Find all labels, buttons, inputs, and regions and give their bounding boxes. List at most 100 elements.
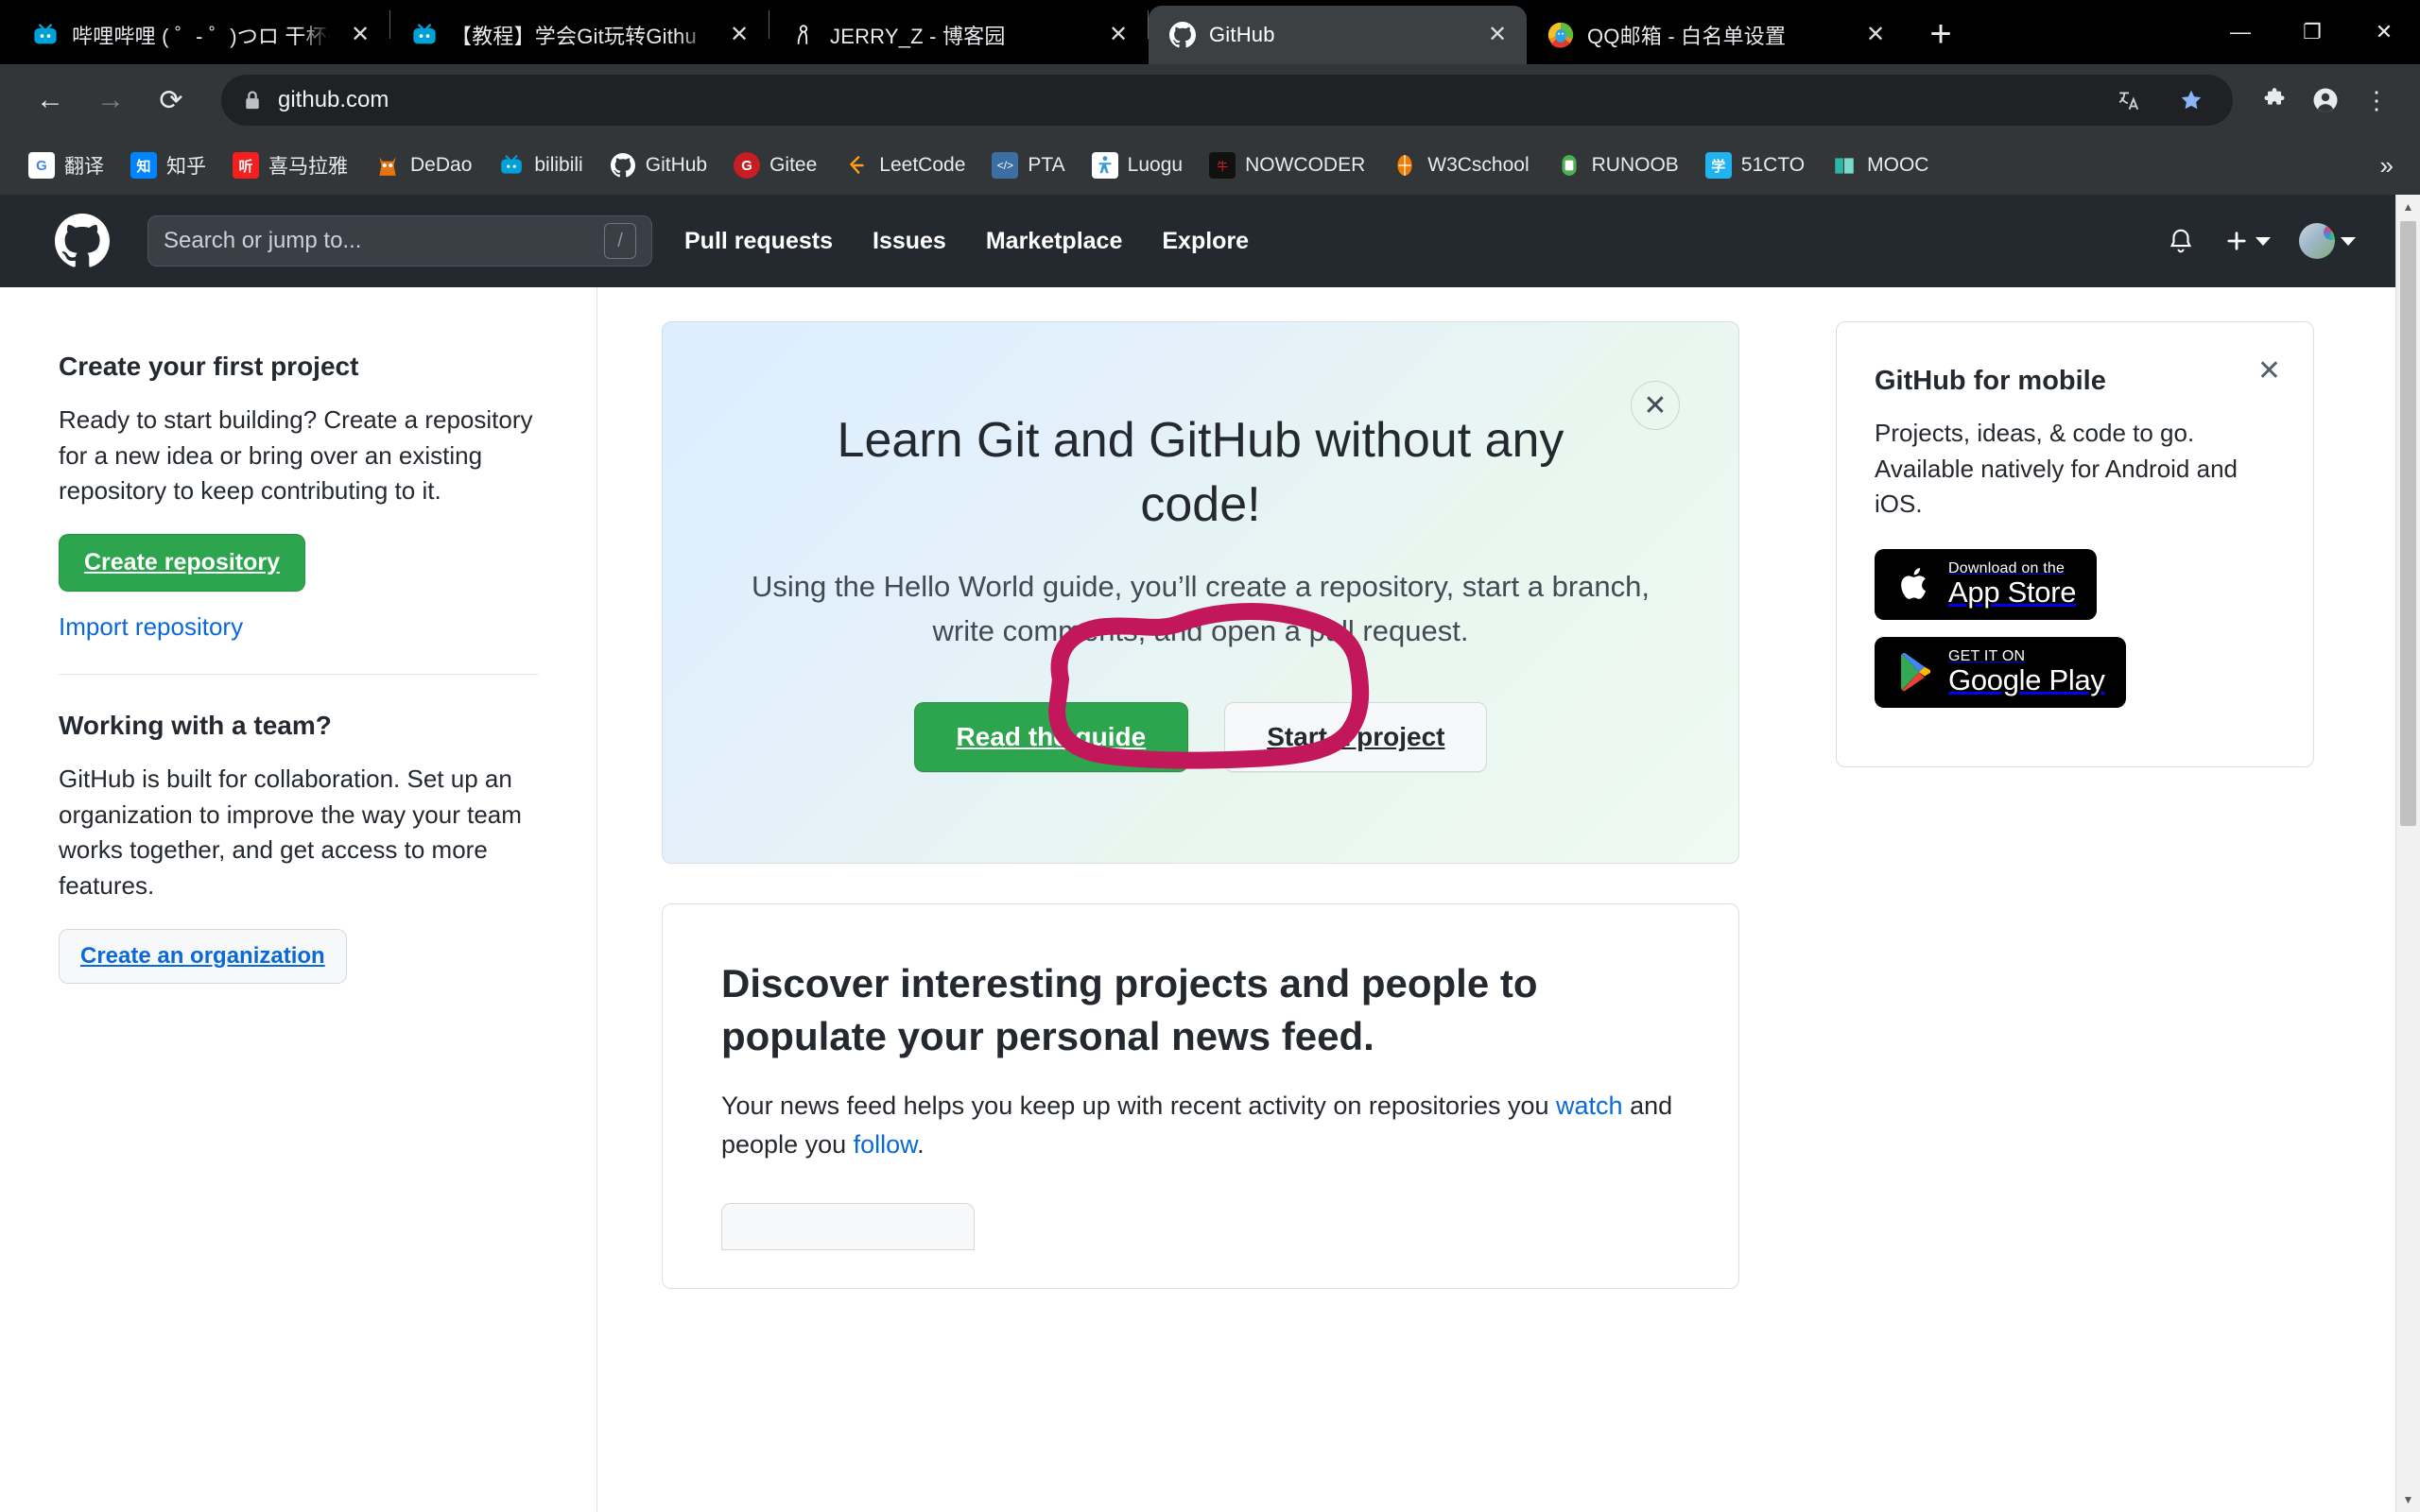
browser-toolbar: ← → ⟳ github.com ⋮: [0, 64, 2420, 136]
ximalaya-icon: 听: [233, 152, 259, 179]
github-dashboard: Create your first project Ready to start…: [0, 287, 2395, 1512]
browser-window: 哔哩哔哩 ( ゜- ゜)つロ 干杯~ ✕ 【教程】学会Git玩转Githu ✕ …: [0, 0, 2420, 1512]
translate-icon[interactable]: [2108, 79, 2150, 121]
import-repository-link[interactable]: Import repository: [59, 612, 243, 642]
pta-icon: </>: [992, 152, 1019, 179]
window-controls: — ❐ ✕: [2204, 0, 2420, 64]
close-icon[interactable]: ✕: [344, 19, 376, 51]
start-a-project-button[interactable]: Start a project: [1224, 702, 1488, 773]
explore-button-partial[interactable]: [721, 1203, 975, 1251]
dashboard-right-sidebar: ✕ GitHub for mobile Projects, ideas, & c…: [1798, 287, 2395, 1512]
watch-link[interactable]: watch: [1556, 1091, 1623, 1120]
bookmark-item[interactable]: bilibili: [487, 146, 594, 184]
browser-tab-active[interactable]: GitHub ✕: [1149, 6, 1527, 64]
chevron-down-icon: [2341, 236, 2356, 246]
browser-tab[interactable]: 哔哩哔哩 ( ゜- ゜)つロ 干杯~ ✕: [11, 6, 389, 64]
browser-tab[interactable]: JERRY_Z - 博客园 ✕: [769, 6, 1148, 64]
minimize-button[interactable]: —: [2204, 0, 2276, 64]
nav-marketplace[interactable]: Marketplace: [986, 228, 1123, 255]
bookmark-item[interactable]: 知 知乎: [119, 146, 217, 185]
bilibili-icon: [498, 152, 525, 179]
scroll-down-icon[interactable]: ▼: [2396, 1487, 2420, 1512]
mobile-card-heading: GitHub for mobile: [1875, 366, 2106, 396]
back-button[interactable]: ←: [23, 73, 78, 128]
close-icon[interactable]: ✕: [1102, 19, 1134, 51]
google-play-badge[interactable]: GET IT ON Google Play: [1875, 636, 2126, 708]
bookmark-item[interactable]: DeDao: [363, 146, 483, 184]
window-close-button[interactable]: ✕: [2348, 0, 2420, 64]
browser-tab-title: JERRY_Z - 博客园: [830, 25, 1006, 48]
nav-issues[interactable]: Issues: [873, 228, 946, 255]
app-store-badge[interactable]: Download on the App Store: [1875, 549, 2098, 620]
scroll-up-icon[interactable]: ▲: [2396, 195, 2420, 219]
more-menu-icon[interactable]: ⋮: [2356, 79, 2397, 121]
bookmark-label: W3Cschool: [1427, 154, 1530, 176]
bookmark-label: LeetCode: [879, 154, 966, 176]
address-bar[interactable]: github.com: [221, 75, 2233, 126]
avatar[interactable]: [2299, 223, 2356, 259]
google-play-small-label: GET IT ON: [1948, 647, 2026, 664]
bookmark-item[interactable]: 牛 NOWCODER: [1198, 146, 1376, 184]
create-first-project-heading: Create your first project: [59, 352, 359, 381]
browser-tab[interactable]: QQ邮箱 - 白名单设置 ✕: [1527, 6, 1905, 64]
new-tab-button[interactable]: +: [1914, 8, 1967, 60]
bilibili-icon: [411, 22, 438, 48]
browser-tab-title: QQ邮箱 - 白名单设置: [1587, 25, 1787, 48]
read-the-guide-button[interactable]: Read the guide: [913, 702, 1189, 773]
bookmark-label: RUNOOB: [1591, 154, 1679, 176]
bookmark-star-icon[interactable]: [2170, 79, 2212, 121]
page-scrollbar[interactable]: ▲ ▼: [2395, 195, 2420, 1512]
search-placeholder: Search or jump to...: [164, 228, 362, 253]
bookmark-item[interactable]: 听 喜马拉雅: [221, 146, 359, 185]
close-icon[interactable]: ✕: [723, 19, 755, 51]
bookmark-label: DeDao: [410, 154, 473, 176]
browser-tab[interactable]: 【教程】学会Git玩转Githu ✕: [390, 6, 769, 64]
search-input[interactable]: Search or jump to... /: [147, 215, 652, 266]
bookmark-item[interactable]: G Gitee: [722, 146, 828, 184]
close-icon[interactable]: ✕: [1631, 381, 1680, 430]
leetcode-icon: [843, 152, 870, 179]
close-icon[interactable]: ✕: [1859, 19, 1892, 51]
nav-explore[interactable]: Explore: [1162, 228, 1249, 255]
create-repository-button[interactable]: Create repository: [59, 534, 306, 593]
scrollbar-thumb[interactable]: [2400, 221, 2416, 826]
apple-icon: [1895, 562, 1935, 606]
browser-tab-strip: 哔哩哔哩 ( ゜- ゜)つロ 干杯~ ✕ 【教程】学会Git玩转Githu ✕ …: [0, 0, 2420, 64]
bookmark-item[interactable]: Luogu: [1080, 146, 1194, 184]
forward-button[interactable]: →: [83, 73, 138, 128]
google-play-big-label: Google Play: [1948, 663, 2105, 697]
profile-icon[interactable]: [2305, 79, 2346, 121]
nav-pull-requests[interactable]: Pull requests: [684, 228, 833, 255]
extensions-icon[interactable]: [2254, 79, 2295, 121]
bookmark-item[interactable]: RUNOOB: [1545, 146, 1690, 184]
bookmark-item[interactable]: LeetCode: [832, 146, 977, 184]
reload-button[interactable]: ⟳: [144, 73, 199, 128]
dashboard-left-sidebar: Create your first project Ready to start…: [0, 287, 597, 1512]
bell-icon[interactable]: [2167, 227, 2195, 255]
working-with-team-body: GitHub is built for collaboration. Set u…: [59, 765, 522, 901]
create-organization-button[interactable]: Create an organization: [59, 928, 347, 984]
bookmark-item[interactable]: GitHub: [598, 146, 718, 184]
follow-link[interactable]: follow: [854, 1130, 918, 1159]
close-icon[interactable]: ✕: [2257, 354, 2281, 387]
maximize-button[interactable]: ❐: [2276, 0, 2348, 64]
github-mark-icon[interactable]: [55, 214, 110, 268]
close-icon[interactable]: ✕: [1481, 19, 1513, 51]
learn-git-hero-card: ✕ Learn Git and GitHub without any code!…: [662, 321, 1739, 865]
bilibili-icon: [32, 22, 59, 48]
hero-title: Learn Git and GitHub without any code!: [837, 413, 1564, 532]
bookmark-item[interactable]: W3Cschool: [1380, 146, 1540, 184]
bookmark-item[interactable]: </> PTA: [980, 146, 1076, 184]
github-page: Search or jump to... / Pull requests Iss…: [0, 195, 2395, 1512]
plus-icon[interactable]: [2223, 228, 2271, 254]
bookmarks-overflow-button[interactable]: »: [2371, 151, 2403, 180]
bookmark-item[interactable]: G 翻译: [17, 146, 115, 185]
dedao-icon: [374, 152, 401, 179]
discover-projects-card: Discover interesting projects and people…: [662, 903, 1739, 1290]
bookmark-item[interactable]: MOOC: [1820, 146, 1940, 184]
mobile-card-body: Projects, ideas, & code to go. Available…: [1875, 419, 2238, 519]
url-text: github.com: [278, 87, 389, 112]
bookmark-item[interactable]: 学 51CTO: [1694, 146, 1816, 184]
bookmark-label: PTA: [1028, 154, 1065, 176]
w3cschool-icon: [1392, 152, 1418, 179]
